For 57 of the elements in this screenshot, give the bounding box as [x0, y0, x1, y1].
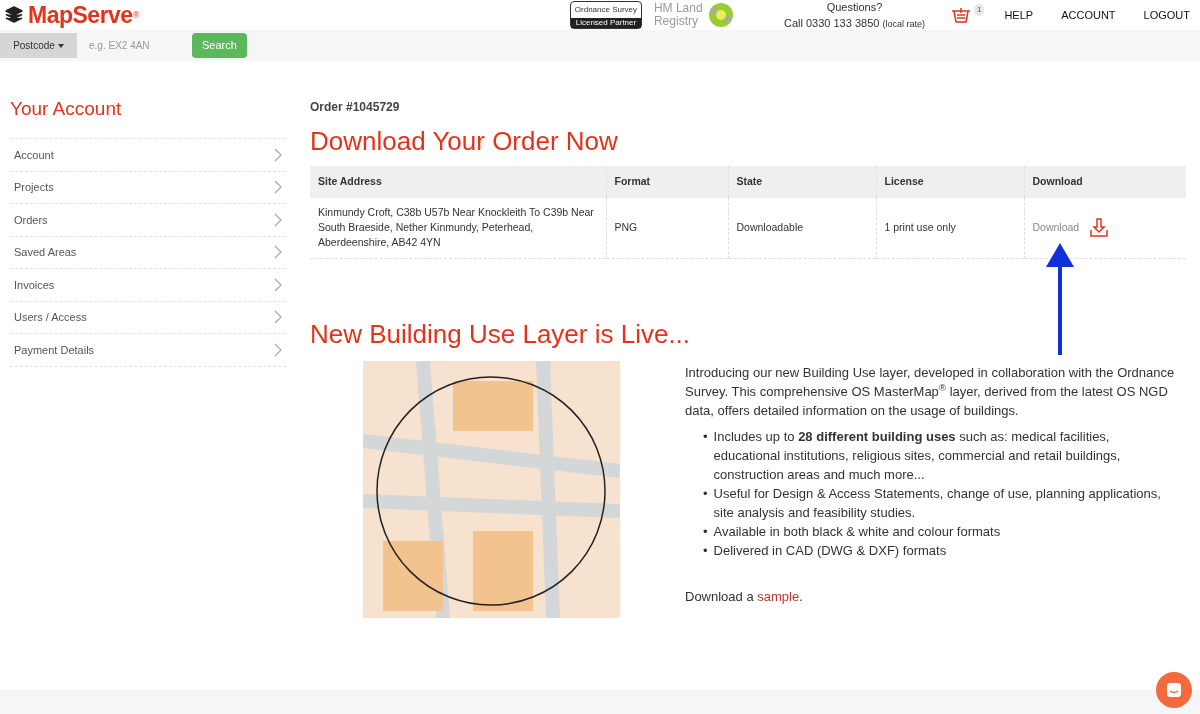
table-cell: 1 print use only — [876, 198, 1024, 258]
sidebar-item[interactable]: Orders — [10, 203, 286, 236]
sample-period: . — [799, 588, 803, 604]
bullet-marker: • — [703, 427, 708, 446]
partner-name: Ordnance Survey — [573, 4, 639, 16]
chevron-right-icon — [274, 310, 282, 325]
postcode-dropdown[interactable]: Postcode — [0, 33, 77, 58]
chevron-right-icon — [274, 342, 282, 357]
bullet-marker: • — [703, 522, 708, 541]
sidebar-item[interactable]: Payment Details — [10, 333, 286, 366]
column-header: Download — [1024, 166, 1186, 198]
sidebar-item[interactable]: Invoices — [10, 268, 286, 301]
table-cell: PNG — [606, 198, 728, 258]
partner-caption: Licensed Partner — [570, 18, 641, 28]
column-header: Site Address — [310, 166, 606, 198]
bullet-marker: • — [703, 541, 708, 560]
logo-text[interactable]: MapServe$^{®}$ — [28, 3, 139, 27]
sidebar-item[interactable]: Projects — [10, 170, 286, 203]
promo-heading: New Building Use Layer is Live... — [310, 317, 692, 351]
order-heading: Download Your Order Now — [310, 125, 619, 158]
bullet-marker: • — [703, 484, 708, 503]
table-cell: Kinmundy Croft, C38b U57b Near Knockleith To C39b Near South Braeside, Nether Kinmundy, Peterhead, Aberdeenshire, AB42 4YN — [310, 198, 606, 258]
sidebar-item[interactable]: Users / Access — [10, 300, 286, 333]
chevron-right-icon — [274, 147, 282, 162]
feature-bullet: Delivered in CAD (DWG & DXF) formats — [713, 541, 947, 560]
chat-icon — [1166, 682, 1182, 698]
basket-icon[interactable] — [950, 7, 971, 23]
cart-count-badge: 1 — [973, 4, 985, 16]
column-header: License — [876, 166, 1024, 198]
promo-intro: Introducing our new Building Use layer, developed in collaboration with the Ordnance Survey. This comprehensive OS MasterMap$^{®}$ layer, derived from the latest OS NGD data, offers detailed information on the usage of buildings. — [685, 363, 1175, 420]
phone-number: Call 0330 133 3850 — [783, 17, 880, 29]
chat-button[interactable] — [1156, 672, 1192, 708]
sidebar-title: Your Account — [10, 99, 123, 118]
feature-bullet: Available in both black & white and colour formats — [713, 522, 1001, 541]
chevron-right-icon — [274, 180, 282, 195]
land-registry-logo-text: HM Land Registry — [653, 2, 704, 28]
sidebar-item[interactable]: Account — [10, 138, 286, 171]
phone-note: (local rate) — [882, 19, 925, 29]
caret-icon — [57, 43, 64, 48]
chevron-right-icon — [274, 212, 282, 227]
column-header: State — [728, 166, 876, 198]
sample-text: Download a — [685, 588, 754, 604]
chevron-right-icon — [274, 245, 282, 260]
layers-logo-icon — [4, 5, 24, 25]
chevron-right-icon — [274, 277, 282, 292]
table-cell: Downloadable — [728, 198, 876, 258]
download-link[interactable]: Download — [1032, 219, 1080, 236]
order-number: Order #1045729 — [310, 99, 401, 116]
nav-link[interactable]: LOGOUT — [1143, 6, 1190, 24]
nav-link[interactable]: ACCOUNT — [1061, 6, 1116, 24]
questions-label: Questions? — [826, 0, 883, 15]
column-header: Format — [606, 166, 728, 198]
download-icon[interactable] — [1089, 217, 1110, 238]
sidebar-item[interactable]: Saved Areas — [10, 235, 286, 268]
feature-bullet: Includes up to 28 different building uses such as: medical facilities, educational institutions, religious sites, commercial and retail buildings, construction areas and much more... — [713, 427, 1122, 484]
feature-bullet: Useful for Design & Access Statements, change of use, planning applications, site analysis and feasibility studies. — [713, 484, 1162, 522]
nav-link[interactable]: HELP — [1004, 6, 1034, 24]
